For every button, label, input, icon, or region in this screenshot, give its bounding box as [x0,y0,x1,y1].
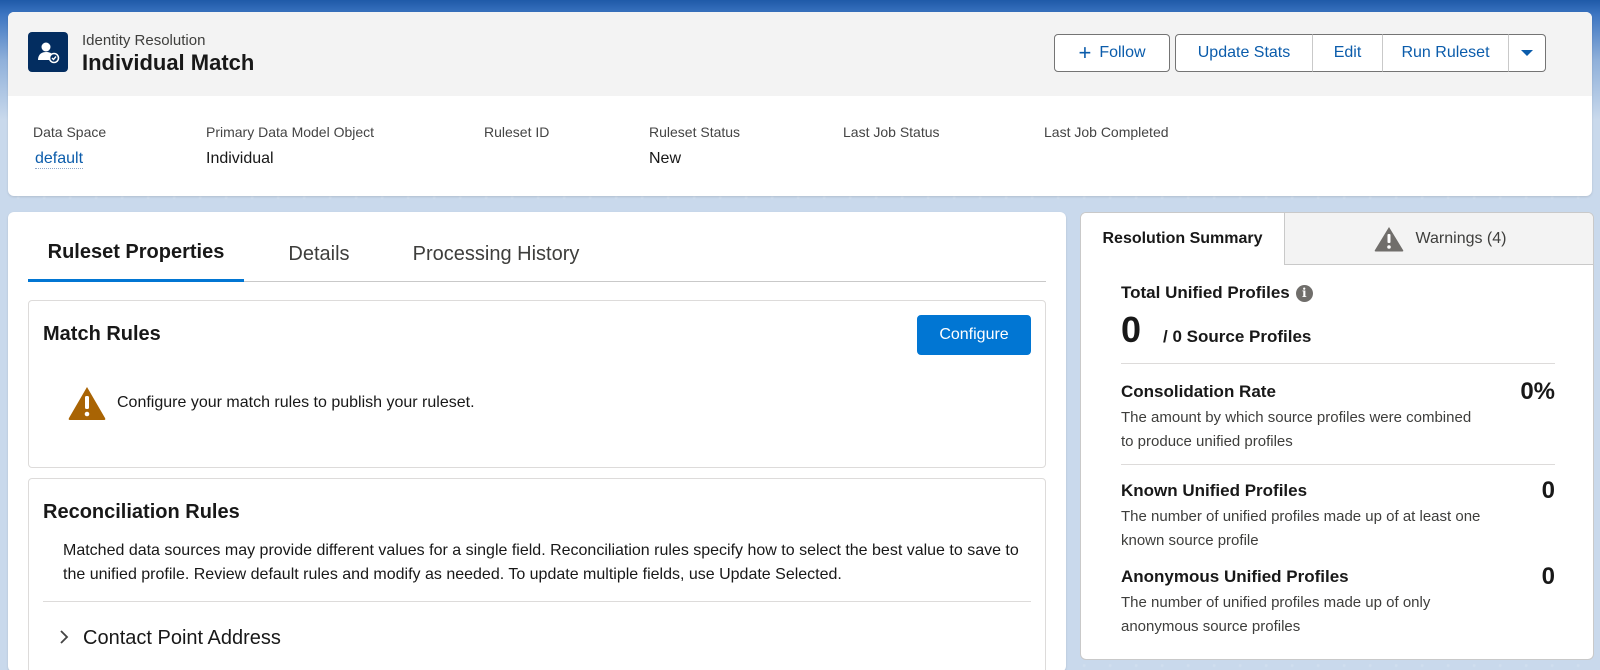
tab-processing-history[interactable]: Processing History [396,226,596,282]
field-data-space: Data Space default [33,124,107,169]
ruleset-main-card: Ruleset Properties Details Processing Hi… [8,212,1066,670]
tab-details[interactable]: Details [264,226,374,282]
info-icon[interactable]: i [1295,284,1313,302]
warning-icon [1374,226,1403,251]
metric-value: 0% [1520,378,1555,405]
field-primary-dmo: Primary Data Model Object Individual [206,124,374,168]
accordion-contact-point-address[interactable]: Contact Point Address [59,627,281,650]
field-value: Individual [206,150,274,167]
total-count: 0 [1121,309,1142,350]
configure-button[interactable]: Configure [917,315,1031,355]
update-stats-button[interactable]: Update Stats [1175,34,1313,72]
metric-description: The number of unified profiles made up o… [1121,594,1431,635]
field-value-wrap: default [33,150,106,169]
follow-button[interactable]: + Follow [1054,34,1170,72]
follow-button-label: Follow [1099,44,1146,61]
edit-button[interactable]: Edit [1312,34,1383,72]
run-ruleset-button[interactable]: Run Ruleset [1382,34,1509,72]
field-ruleset-id: Ruleset ID [484,124,549,150]
warning-message: Configure your match rules to publish yo… [117,394,475,411]
total-unified-profiles-value: 0 / 0 Source Profiles [1121,309,1555,351]
metric-consolidation-rate: Consolidation Rate The amount by which s… [1121,378,1555,454]
field-last-job-completed: Last Job Completed [1044,124,1169,150]
reconciliation-rules-title: Reconciliation Rules [43,501,240,523]
record-header-highlights: Identity Resolution Individual Match + F… [8,12,1592,96]
more-actions-button[interactable] [1508,34,1546,72]
field-label: Last Job Completed [1044,124,1169,140]
match-rules-warning: Configure your match rules to publish yo… [67,385,475,421]
main-tabset: Ruleset Properties Details Processing Hi… [28,226,1046,282]
data-space-link[interactable]: default [35,150,84,169]
field-label: Last Job Status [843,124,940,140]
metric-value: 0 [1541,563,1555,590]
field-ruleset-status: Ruleset Status New [649,124,740,168]
metric-value: 0 [1541,477,1555,504]
divider [1121,363,1555,364]
reconciliation-rules-panel: Reconciliation Rules Matched data source… [28,478,1046,670]
total-unified-profiles-title: Total Unified Profiles i [1121,283,1555,303]
chevron-right-icon [59,629,69,648]
match-rules-title: Match Rules [43,323,161,345]
accordion-label: Contact Point Address [83,627,281,649]
tab-resolution-summary[interactable]: Resolution Summary [1081,213,1285,265]
warning-icon [68,387,106,420]
field-value: New [649,150,682,167]
chevron-down-icon [1521,50,1533,56]
summary-content: Total Unified Profiles i 0 / 0 Source Pr… [1121,283,1555,639]
metric-title: Anonymous Unified Profiles [1121,567,1349,586]
record-header: Identity Resolution Individual Match + F… [8,12,1592,196]
plus-icon: + [1078,40,1092,65]
metric-description: The number of unified profiles made up o… [1121,508,1481,549]
field-last-job-status: Last Job Status [843,124,940,150]
record-type-label: Identity Resolution [82,32,206,49]
identity-resolution-icon [28,32,68,72]
match-rules-panel: Match Rules Configure Configure your mat… [28,300,1046,468]
divider [1121,464,1555,465]
reconciliation-description: Matched data sources may provide differe… [63,542,1019,583]
tab-ruleset-properties[interactable]: Ruleset Properties [28,226,244,282]
metric-description: The amount by which source profiles were… [1121,409,1472,450]
metric-known-unified-profiles: Known Unified Profiles The number of uni… [1121,477,1555,553]
resolution-summary-card: Resolution Summary Warnings (4) Total Un… [1080,212,1594,660]
metric-title: Known Unified Profiles [1121,481,1308,500]
divider [43,601,1031,602]
warnings-tab-label: Warnings (4) [1415,229,1507,247]
source-profiles-text: / 0 Source Profiles [1163,327,1312,346]
metric-anonymous-unified-profiles: Anonymous Unified Profiles The number of… [1121,563,1555,639]
tab-warnings[interactable]: Warnings (4) [1285,213,1593,265]
page-title: Individual Match [82,50,255,75]
field-label: Ruleset Status [649,124,741,140]
total-unified-profiles-label: Total Unified Profiles [1121,283,1290,302]
metric-title: Consolidation Rate [1121,382,1276,401]
field-label: Data Space [33,124,107,140]
field-label: Ruleset ID [484,124,550,140]
field-label: Primary Data Model Object [206,124,375,140]
